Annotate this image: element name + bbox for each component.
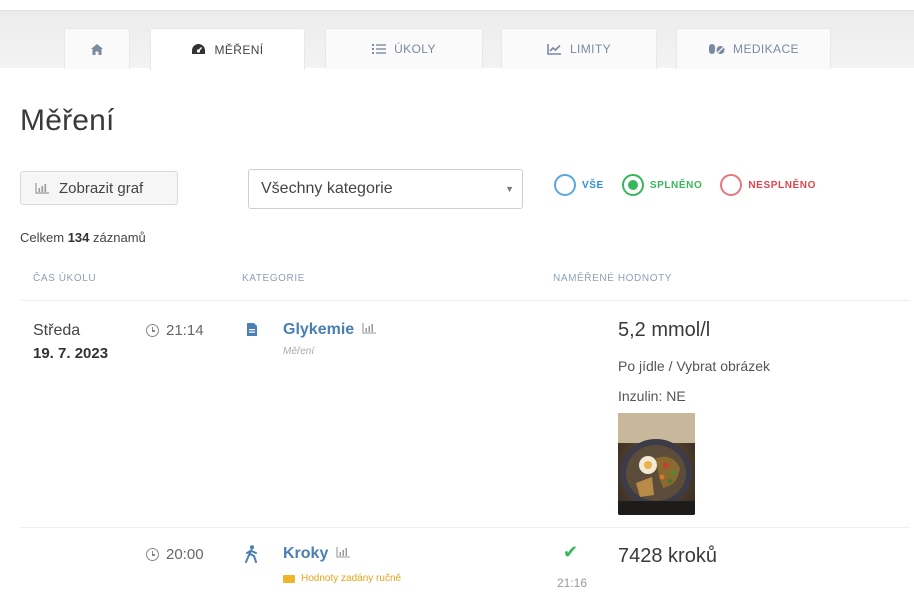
tab-medikace[interactable]: MEDIKACE bbox=[676, 28, 831, 69]
measured-value: 7428 kroků bbox=[618, 545, 717, 567]
task-list-icon bbox=[372, 43, 387, 55]
category-subtitle: Měření bbox=[283, 346, 315, 357]
count-value: 134 bbox=[67, 230, 90, 245]
pills-icon bbox=[708, 43, 725, 55]
filter-undone-label: NESPLNĚNO bbox=[748, 179, 816, 191]
tab-label: MĚŘENÍ bbox=[214, 42, 264, 57]
bar-chart-icon bbox=[35, 182, 49, 194]
column-header-measured-values[interactable]: NAMĚŘENÉ HODNOTY bbox=[553, 273, 672, 284]
tab-mereni[interactable]: MĚŘENÍ bbox=[150, 28, 305, 70]
count-prefix: Celkem bbox=[20, 230, 65, 245]
row-time: 20:00 bbox=[146, 546, 204, 563]
clock-icon bbox=[146, 324, 159, 337]
page-title: Měření bbox=[20, 104, 115, 137]
row-time: 21:14 bbox=[146, 322, 204, 339]
tab-label: ÚKOLY bbox=[394, 42, 436, 56]
keyboard-icon bbox=[283, 574, 295, 583]
filter-all-label: VŠE bbox=[582, 179, 604, 191]
column-header-task-time[interactable]: ČAS ÚKOLU bbox=[33, 273, 96, 284]
category-name: Glykemie bbox=[283, 321, 355, 338]
category-name: Kroky bbox=[283, 545, 329, 562]
category-link-glykemie[interactable]: Glykemie bbox=[283, 321, 377, 339]
show-graph-label: Zobrazit graf bbox=[59, 179, 144, 197]
gauge-icon bbox=[191, 43, 206, 56]
radio-circle-checked[interactable] bbox=[621, 174, 644, 196]
category-select-value: Všechny kategorie bbox=[261, 180, 393, 197]
tab-limity[interactable]: LIMITY bbox=[501, 28, 657, 69]
measured-value: 5,2 mmol/l bbox=[618, 319, 711, 341]
manual-entry-label: Hodnoty zadány ručně bbox=[301, 573, 402, 584]
walking-icon bbox=[244, 545, 258, 568]
check-icon: ✔ bbox=[563, 542, 579, 562]
clock-icon bbox=[146, 548, 159, 561]
row-divider bbox=[20, 527, 910, 528]
completion-time: 21:16 bbox=[557, 576, 588, 590]
insulin-info: Inzulin: NE bbox=[618, 388, 686, 404]
meal-photo[interactable] bbox=[618, 413, 695, 515]
line-chart-icon bbox=[547, 43, 562, 55]
status-filter: VŠE SPLNĚNO NESPLNĚNO bbox=[554, 174, 834, 196]
row-date: 19. 7. 2023 bbox=[33, 345, 109, 362]
bar-chart-icon[interactable] bbox=[362, 321, 377, 339]
home-icon bbox=[90, 43, 104, 56]
radio-circle[interactable] bbox=[554, 174, 576, 196]
measurement-note: Po jídle / Vybrat obrázek bbox=[618, 358, 771, 374]
chevron-down-icon: ▼ bbox=[505, 184, 514, 194]
category-link-kroky[interactable]: Kroky bbox=[283, 545, 351, 563]
tab-bar: MĚŘENÍ ÚKOLY LIMITY MEDIKACE bbox=[0, 10, 914, 70]
tab-label: LIMITY bbox=[569, 42, 612, 56]
tab-label: MEDIKACE bbox=[733, 42, 799, 56]
category-select[interactable]: Všechny kategorie ▼ bbox=[248, 169, 523, 209]
row-time-value: 21:14 bbox=[166, 322, 204, 339]
filter-done-radio[interactable]: SPLNĚNO bbox=[621, 174, 703, 196]
bar-chart-icon[interactable] bbox=[336, 545, 351, 563]
record-count: Celkem 134 záznamů bbox=[20, 230, 146, 245]
show-graph-button[interactable]: Zobrazit graf bbox=[20, 171, 178, 205]
radio-circle[interactable] bbox=[720, 174, 743, 196]
filter-all-radio[interactable]: VŠE bbox=[554, 174, 604, 196]
tab-home[interactable] bbox=[64, 28, 130, 69]
row-day: Středa bbox=[33, 322, 81, 339]
tab-ukoly[interactable]: ÚKOLY bbox=[325, 28, 483, 69]
header-divider bbox=[20, 300, 910, 301]
column-header-category[interactable]: KATEGORIE bbox=[242, 273, 305, 284]
count-suffix: záznamů bbox=[93, 230, 146, 245]
filter-done-label: SPLNĚNO bbox=[649, 179, 703, 191]
document-icon bbox=[246, 322, 258, 342]
row-time-value: 20:00 bbox=[166, 546, 204, 563]
filter-undone-radio[interactable]: NESPLNĚNO bbox=[720, 174, 816, 196]
manual-entry-note: Hodnoty zadány ručně bbox=[283, 573, 401, 584]
